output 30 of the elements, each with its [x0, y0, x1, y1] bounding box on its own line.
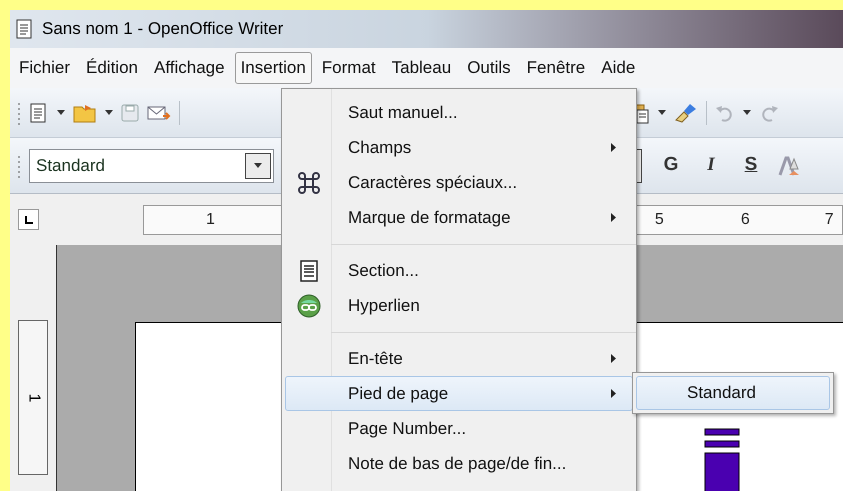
italic-button[interactable]: I — [700, 151, 722, 180]
menu-item[interactable]: Note de bas de page/de fin... — [285, 446, 633, 481]
ruler-number: 6 — [740, 210, 750, 230]
window-title: Sans nom 1 - OpenOffice Writer — [42, 18, 284, 40]
menu-bar-item[interactable]: Affichage — [148, 52, 231, 84]
menu-bar-item[interactable]: Fenêtre — [520, 52, 592, 84]
menu-bar-item[interactable]: Insertion — [234, 52, 312, 84]
bold-button[interactable]: G — [660, 151, 682, 180]
menu-bar-item[interactable]: Outils — [461, 52, 517, 84]
ruler-number: 5 — [654, 210, 664, 230]
menu-bar-item[interactable]: Format — [316, 52, 382, 84]
menu-bar-item[interactable]: Tableau — [386, 52, 458, 84]
menu-item[interactable]: Section... — [285, 253, 633, 288]
underline-button[interactable]: S — [740, 151, 762, 180]
ruler-number: 1 — [24, 393, 43, 402]
menu-item[interactable]: Hyperlien — [285, 288, 633, 323]
menu-item[interactable]: Marque de formatage — [285, 200, 633, 235]
style-combo-box[interactable]: Standard — [29, 148, 274, 182]
menu-bar-item[interactable]: Édition — [80, 52, 144, 84]
menu-item[interactable]: Caractères spéciaux... — [285, 165, 633, 200]
menu-item[interactable]: En-tête — [285, 341, 633, 376]
ruler-number: 1 — [206, 210, 215, 230]
submenu-item[interactable]: Standard — [636, 376, 830, 410]
menu-item[interactable]: Saut manuel... — [285, 95, 633, 130]
ruler-number: 7 — [824, 210, 834, 230]
menu-item[interactable]: Page Number... — [285, 411, 633, 446]
menu-bar-item[interactable]: Fichier — [13, 52, 76, 84]
menu-item[interactable]: Pied de page — [285, 376, 633, 411]
menu-bar-item[interactable]: Aide — [595, 52, 642, 84]
menu-item[interactable]: Champs — [285, 130, 633, 165]
